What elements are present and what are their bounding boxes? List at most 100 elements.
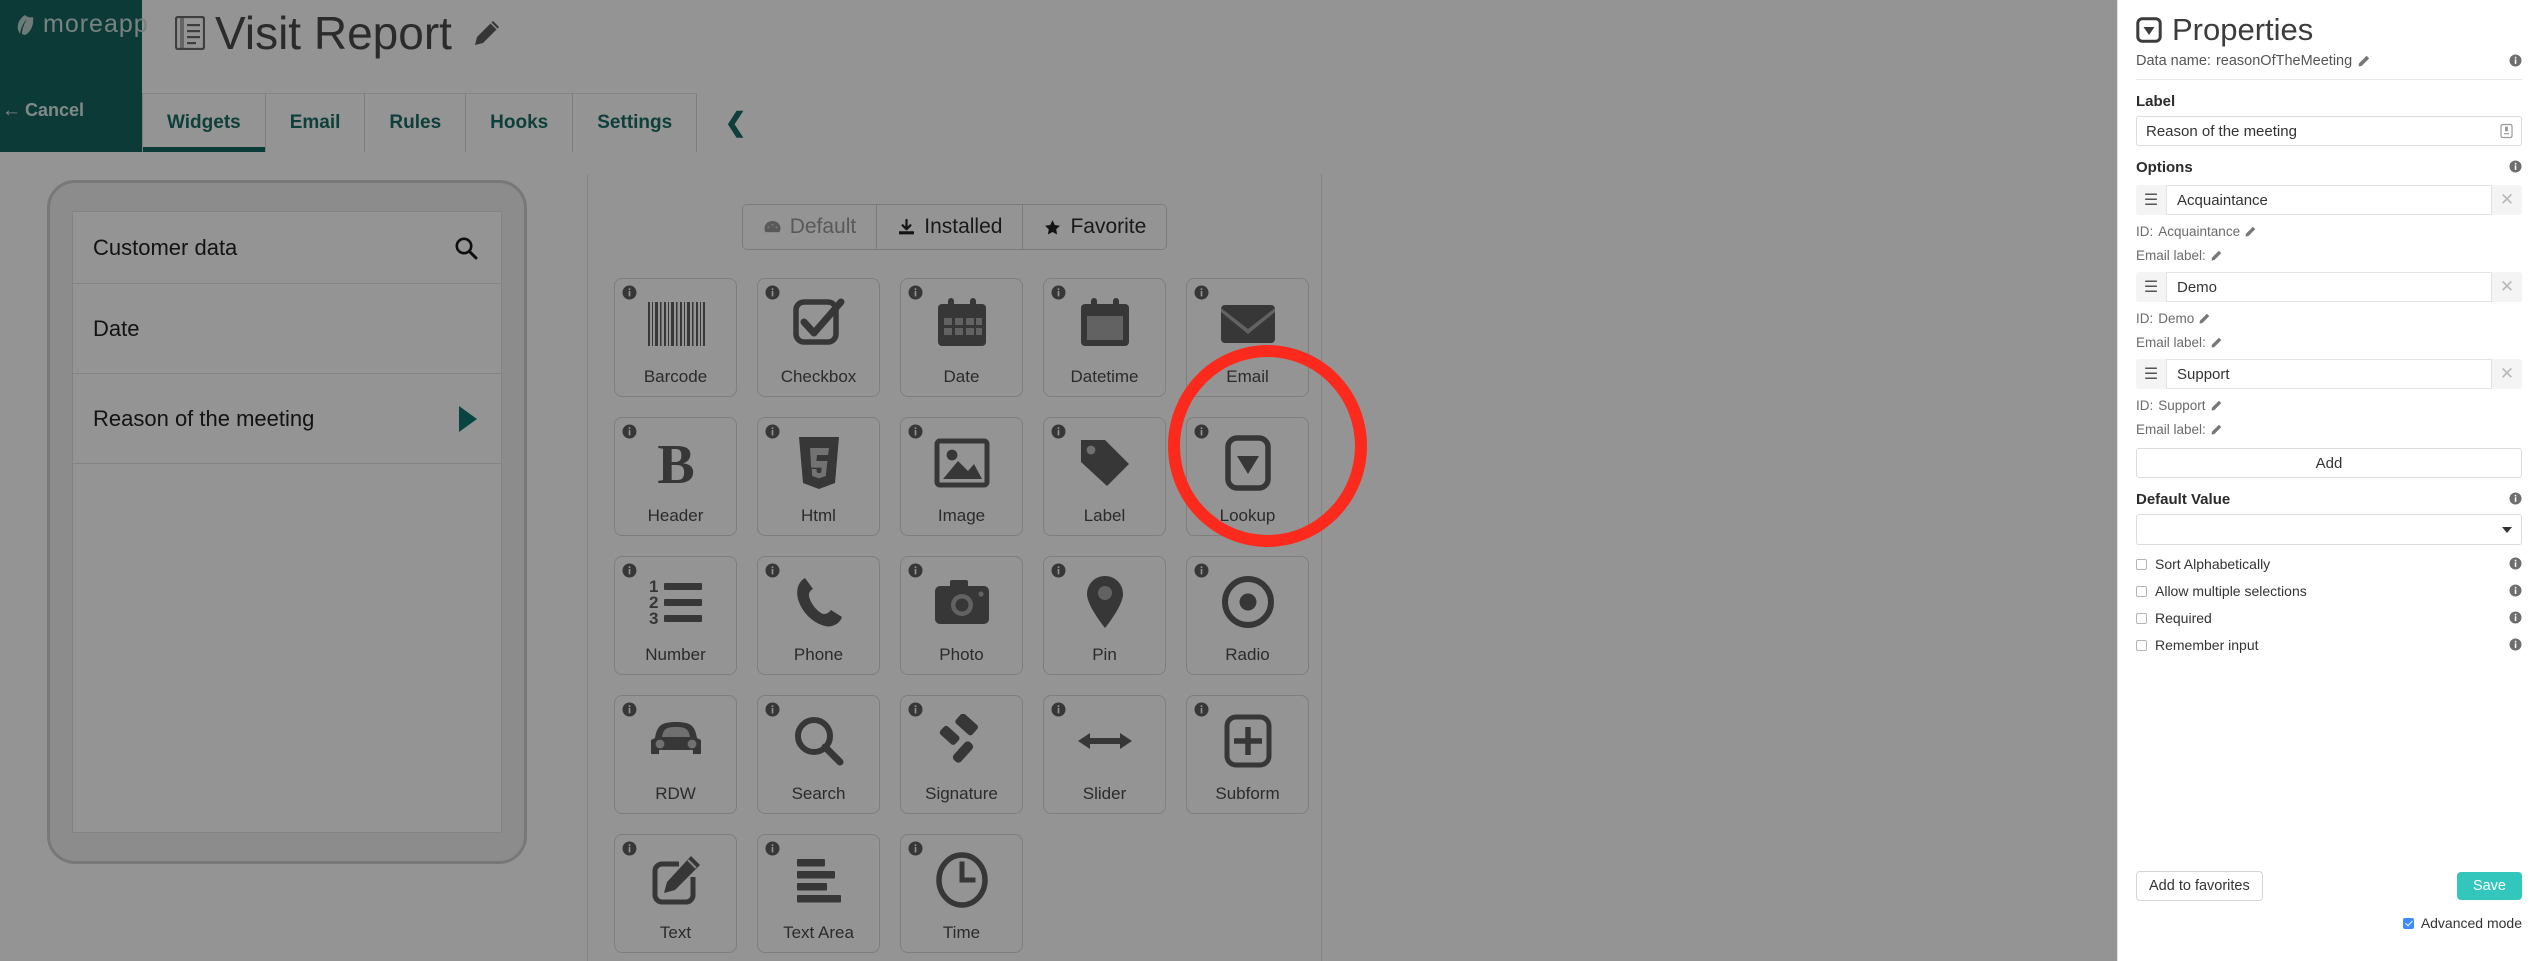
info-icon[interactable] (765, 424, 780, 439)
info-icon[interactable] (908, 424, 923, 439)
widget-card-text[interactable]: Text (614, 834, 737, 953)
widget-card-date[interactable]: Date (900, 278, 1023, 397)
pencil-icon[interactable] (2211, 250, 2222, 261)
widget-card-search[interactable]: Search (757, 695, 880, 814)
translate-icon[interactable] (2500, 123, 2513, 139)
info-icon[interactable] (908, 841, 923, 856)
info-icon[interactable] (765, 285, 780, 300)
widget-card-image[interactable]: Image (900, 417, 1023, 536)
widget-card-rdw[interactable]: RDW (614, 695, 737, 814)
add-option-button[interactable]: Add (2136, 448, 2522, 478)
info-icon[interactable] (908, 702, 923, 717)
info-icon[interactable] (622, 702, 637, 717)
widget-card-lookup[interactable]: Lookup (1186, 417, 1309, 536)
info-icon[interactable] (765, 702, 780, 717)
widget-card-phone[interactable]: Phone (757, 556, 880, 675)
widget-card-html[interactable]: Html (757, 417, 880, 536)
widget-card-time[interactable]: Time (900, 834, 1023, 953)
search-icon[interactable] (453, 235, 479, 261)
checkbox-box[interactable] (2136, 558, 2147, 570)
close-icon[interactable]: ✕ (2492, 359, 2522, 389)
info-icon[interactable] (1051, 702, 1066, 717)
tab-widgets[interactable]: Widgets (142, 93, 265, 152)
info-icon[interactable] (2509, 557, 2522, 570)
widget-card-checkbox[interactable]: Checkbox (757, 278, 880, 397)
info-icon[interactable] (765, 841, 780, 856)
add-to-favorites-button[interactable]: Add to favorites (2136, 871, 2263, 901)
tab-settings[interactable]: Settings (572, 93, 697, 152)
info-icon[interactable] (1051, 424, 1066, 439)
info-icon[interactable] (2509, 492, 2522, 505)
pencil-icon[interactable] (2358, 55, 2370, 67)
info-icon[interactable] (2509, 584, 2522, 597)
widget-card-datetime[interactable]: Datetime (1043, 278, 1166, 397)
info-icon[interactable] (622, 563, 637, 578)
preview-header-row[interactable]: Customer data (73, 212, 501, 284)
checkbox-box[interactable] (2136, 612, 2147, 624)
chevron-left-icon[interactable]: ❮ (696, 93, 774, 152)
pencil-icon[interactable] (2245, 226, 2256, 237)
widget-card-radio[interactable]: Radio (1186, 556, 1309, 675)
info-icon[interactable] (765, 563, 780, 578)
widget-card-slider[interactable]: Slider (1043, 695, 1166, 814)
drag-handle-icon[interactable]: ☰ (2136, 359, 2166, 389)
default-value-select[interactable] (2136, 514, 2522, 545)
checkbox-box[interactable] (2136, 639, 2147, 651)
widget-card-header[interactable]: B Header (614, 417, 737, 536)
drag-handle-icon[interactable]: ☰ (2136, 272, 2166, 302)
info-icon[interactable] (1194, 702, 1209, 717)
info-icon[interactable] (622, 424, 637, 439)
advanced-mode-toggle[interactable]: Advanced mode (2136, 915, 2522, 931)
widget-card-pin[interactable]: Pin (1043, 556, 1166, 675)
save-button[interactable]: Save (2456, 872, 2522, 900)
pencil-icon[interactable] (2199, 313, 2210, 324)
checkbox-remember-input[interactable]: Remember input (2136, 637, 2522, 653)
info-icon[interactable] (1194, 563, 1209, 578)
widget-card-barcode[interactable]: Barcode (614, 278, 737, 397)
info-icon[interactable] (908, 563, 923, 578)
checkbox-allow-multiple-selections[interactable]: Allow multiple selections (2136, 583, 2522, 599)
info-icon[interactable] (1051, 563, 1066, 578)
widget-card-number[interactable]: 123 Number (614, 556, 737, 675)
info-icon[interactable] (1194, 424, 1209, 439)
pencil-icon[interactable] (2211, 424, 2222, 435)
preview-row-reason[interactable]: Reason of the meeting (73, 374, 501, 464)
pencil-icon[interactable] (2211, 400, 2222, 411)
info-icon[interactable] (622, 285, 637, 300)
checkbox-box[interactable] (2136, 585, 2147, 597)
cancel-button[interactable]: ← Cancel (0, 100, 142, 121)
option-value-input[interactable]: Acquaintance (2166, 185, 2492, 215)
advanced-mode-checkbox[interactable] (2402, 917, 2414, 929)
tab-rules[interactable]: Rules (364, 93, 466, 152)
option-value-input[interactable]: Demo (2166, 272, 2492, 302)
widget-card-signature[interactable]: Signature (900, 695, 1023, 814)
info-icon[interactable] (1051, 285, 1066, 300)
widget-card-subform[interactable]: Subform (1186, 695, 1309, 814)
widget-card-text-area[interactable]: Text Area (757, 834, 880, 953)
info-icon[interactable] (2509, 611, 2522, 624)
checkbox-required[interactable]: Required (2136, 610, 2522, 626)
pencil-icon[interactable] (2211, 337, 2222, 348)
close-icon[interactable]: ✕ (2492, 272, 2522, 302)
option-row[interactable]: ☰ Acquaintance ✕ (2136, 185, 2522, 215)
tab-hooks[interactable]: Hooks (465, 93, 573, 152)
filter-default-button[interactable]: Default (742, 205, 877, 249)
option-row[interactable]: ☰ Support ✕ (2136, 359, 2522, 389)
widget-card-email[interactable]: Email (1186, 278, 1309, 397)
pencil-icon[interactable] (472, 18, 502, 48)
info-icon[interactable] (622, 841, 637, 856)
info-icon[interactable] (908, 285, 923, 300)
tab-email[interactable]: Email (264, 93, 365, 152)
filter-favorite-button[interactable]: Favorite (1022, 205, 1167, 249)
info-icon[interactable] (1194, 285, 1209, 300)
checkbox-sort-alphabetically[interactable]: Sort Alphabetically (2136, 556, 2522, 572)
widget-card-label[interactable]: Label (1043, 417, 1166, 536)
info-icon[interactable] (2509, 160, 2522, 173)
option-row[interactable]: ☰ Demo ✕ (2136, 272, 2522, 302)
filter-installed-button[interactable]: Installed (876, 205, 1023, 249)
preview-row-date[interactable]: Date (73, 284, 501, 374)
info-icon[interactable] (2509, 638, 2522, 651)
drag-handle-icon[interactable]: ☰ (2136, 185, 2166, 215)
info-icon[interactable] (2509, 54, 2522, 67)
widget-card-photo[interactable]: Photo (900, 556, 1023, 675)
